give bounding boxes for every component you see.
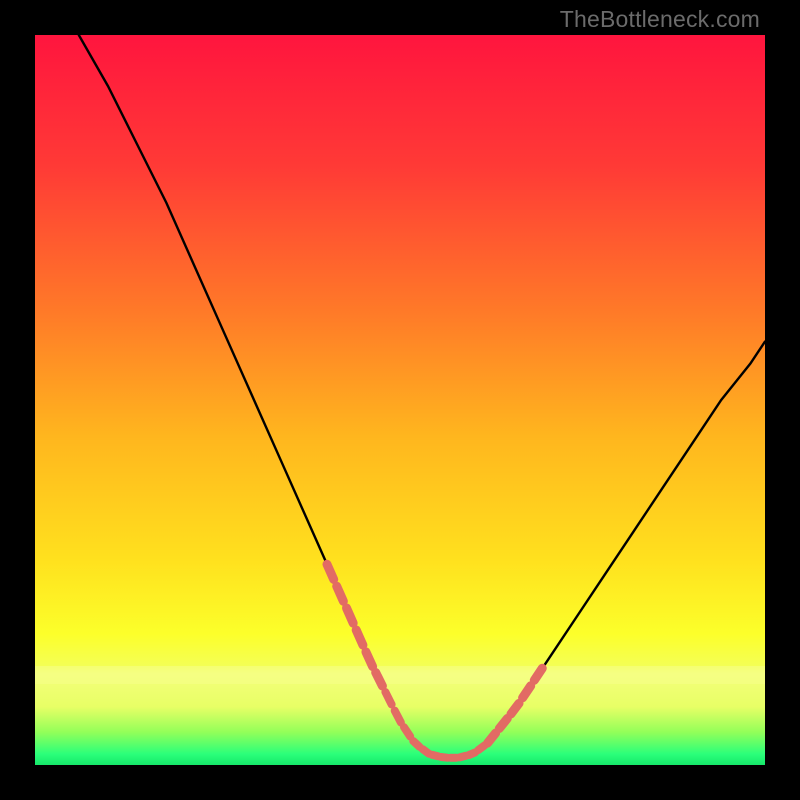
- bottleneck-chart: [35, 35, 765, 765]
- watermark-text: TheBottleneck.com: [560, 6, 760, 33]
- chart-frame: [35, 35, 765, 765]
- pale-band: [35, 666, 765, 684]
- gradient-background: [35, 35, 765, 765]
